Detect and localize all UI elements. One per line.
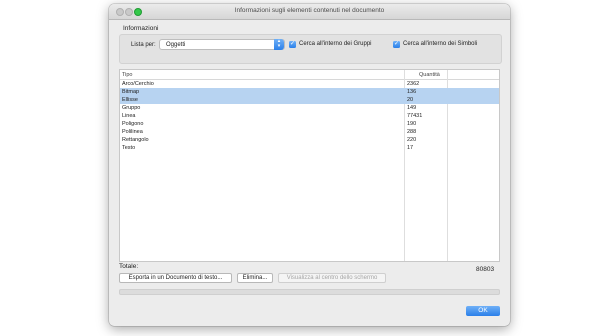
table-header: Tipo Quantità [120, 70, 499, 80]
row-quantity: 136 [407, 89, 417, 95]
table-row[interactable]: Bitmap 136 [120, 88, 499, 96]
table-row[interactable]: Ellisse 20 [120, 96, 499, 104]
export-text-button[interactable]: Esporta in un Documento di testo... [119, 273, 232, 283]
list-by-label: Lista per: [131, 42, 156, 48]
table-row[interactable]: Linea 77431 [120, 112, 499, 120]
row-type: Rettangolo [122, 137, 149, 143]
delete-button[interactable]: Elimina... [237, 273, 273, 283]
search-groups-label[interactable]: Cerca all'interno dei Gruppi [299, 41, 372, 47]
ok-button[interactable]: OK [466, 306, 500, 316]
search-symbols-checkbox[interactable]: ✓ [393, 41, 400, 48]
row-quantity: 190 [407, 121, 417, 127]
objects-table[interactable]: Tipo Quantità Arco/Cerchio 2362 Bitmap 136 E… [119, 69, 500, 262]
row-quantity: 149 [407, 105, 417, 111]
row-type: Bitmap [122, 89, 140, 95]
chevron-updown-icon: ▴ ▾ [274, 39, 284, 50]
column-header-type[interactable]: Tipo [122, 72, 133, 78]
table-row[interactable]: Polilinea 288 [120, 128, 499, 136]
search-symbols-label[interactable]: Cerca all'interno dei Simboli [403, 41, 477, 47]
column-header-quantity[interactable]: Quantità [419, 72, 440, 78]
list-by-value: Oggetti [166, 42, 186, 48]
progress-bar [119, 289, 500, 295]
row-type: Testo [122, 145, 136, 151]
row-quantity: 288 [407, 129, 417, 135]
row-quantity: 77431 [407, 113, 423, 119]
row-type: Gruppo [122, 105, 141, 111]
total-value: 80803 [476, 266, 495, 273]
list-by-select[interactable]: Oggetti ▴ ▾ [159, 39, 285, 50]
info-group-label: Informazioni [123, 25, 159, 32]
table-row[interactable]: Gruppo 149 [120, 104, 499, 112]
search-groups-checkbox[interactable]: ✓ [289, 41, 296, 48]
table-row[interactable]: Testo 17 [120, 144, 499, 152]
table-row[interactable]: Poligono 190 [120, 120, 499, 128]
table-row[interactable]: Arco/Cerchio 2362 [120, 80, 499, 88]
row-type: Linea [122, 113, 136, 119]
row-type: Ellisse [122, 97, 138, 103]
row-type: Poligono [122, 121, 144, 127]
row-quantity: 2362 [407, 81, 420, 87]
row-quantity: 17 [407, 145, 414, 151]
window-title: Informazioni sugli elementi contenuti ne… [234, 7, 385, 14]
row-quantity: 20 [407, 97, 414, 103]
show-center-button: Visualizza al centro dello schermo [278, 273, 386, 283]
total-label: Totale: [119, 263, 139, 270]
row-type: Arco/Cerchio [122, 81, 154, 87]
row-type: Polilinea [122, 129, 143, 135]
title-bar[interactable]: Informazioni sugli elementi contenuti ne… [109, 4, 510, 20]
row-quantity: 220 [407, 137, 417, 143]
table-row[interactable]: Rettangolo 220 [120, 136, 499, 144]
document-info-dialog: Informazioni sugli elementi contenuti ne… [109, 4, 510, 326]
